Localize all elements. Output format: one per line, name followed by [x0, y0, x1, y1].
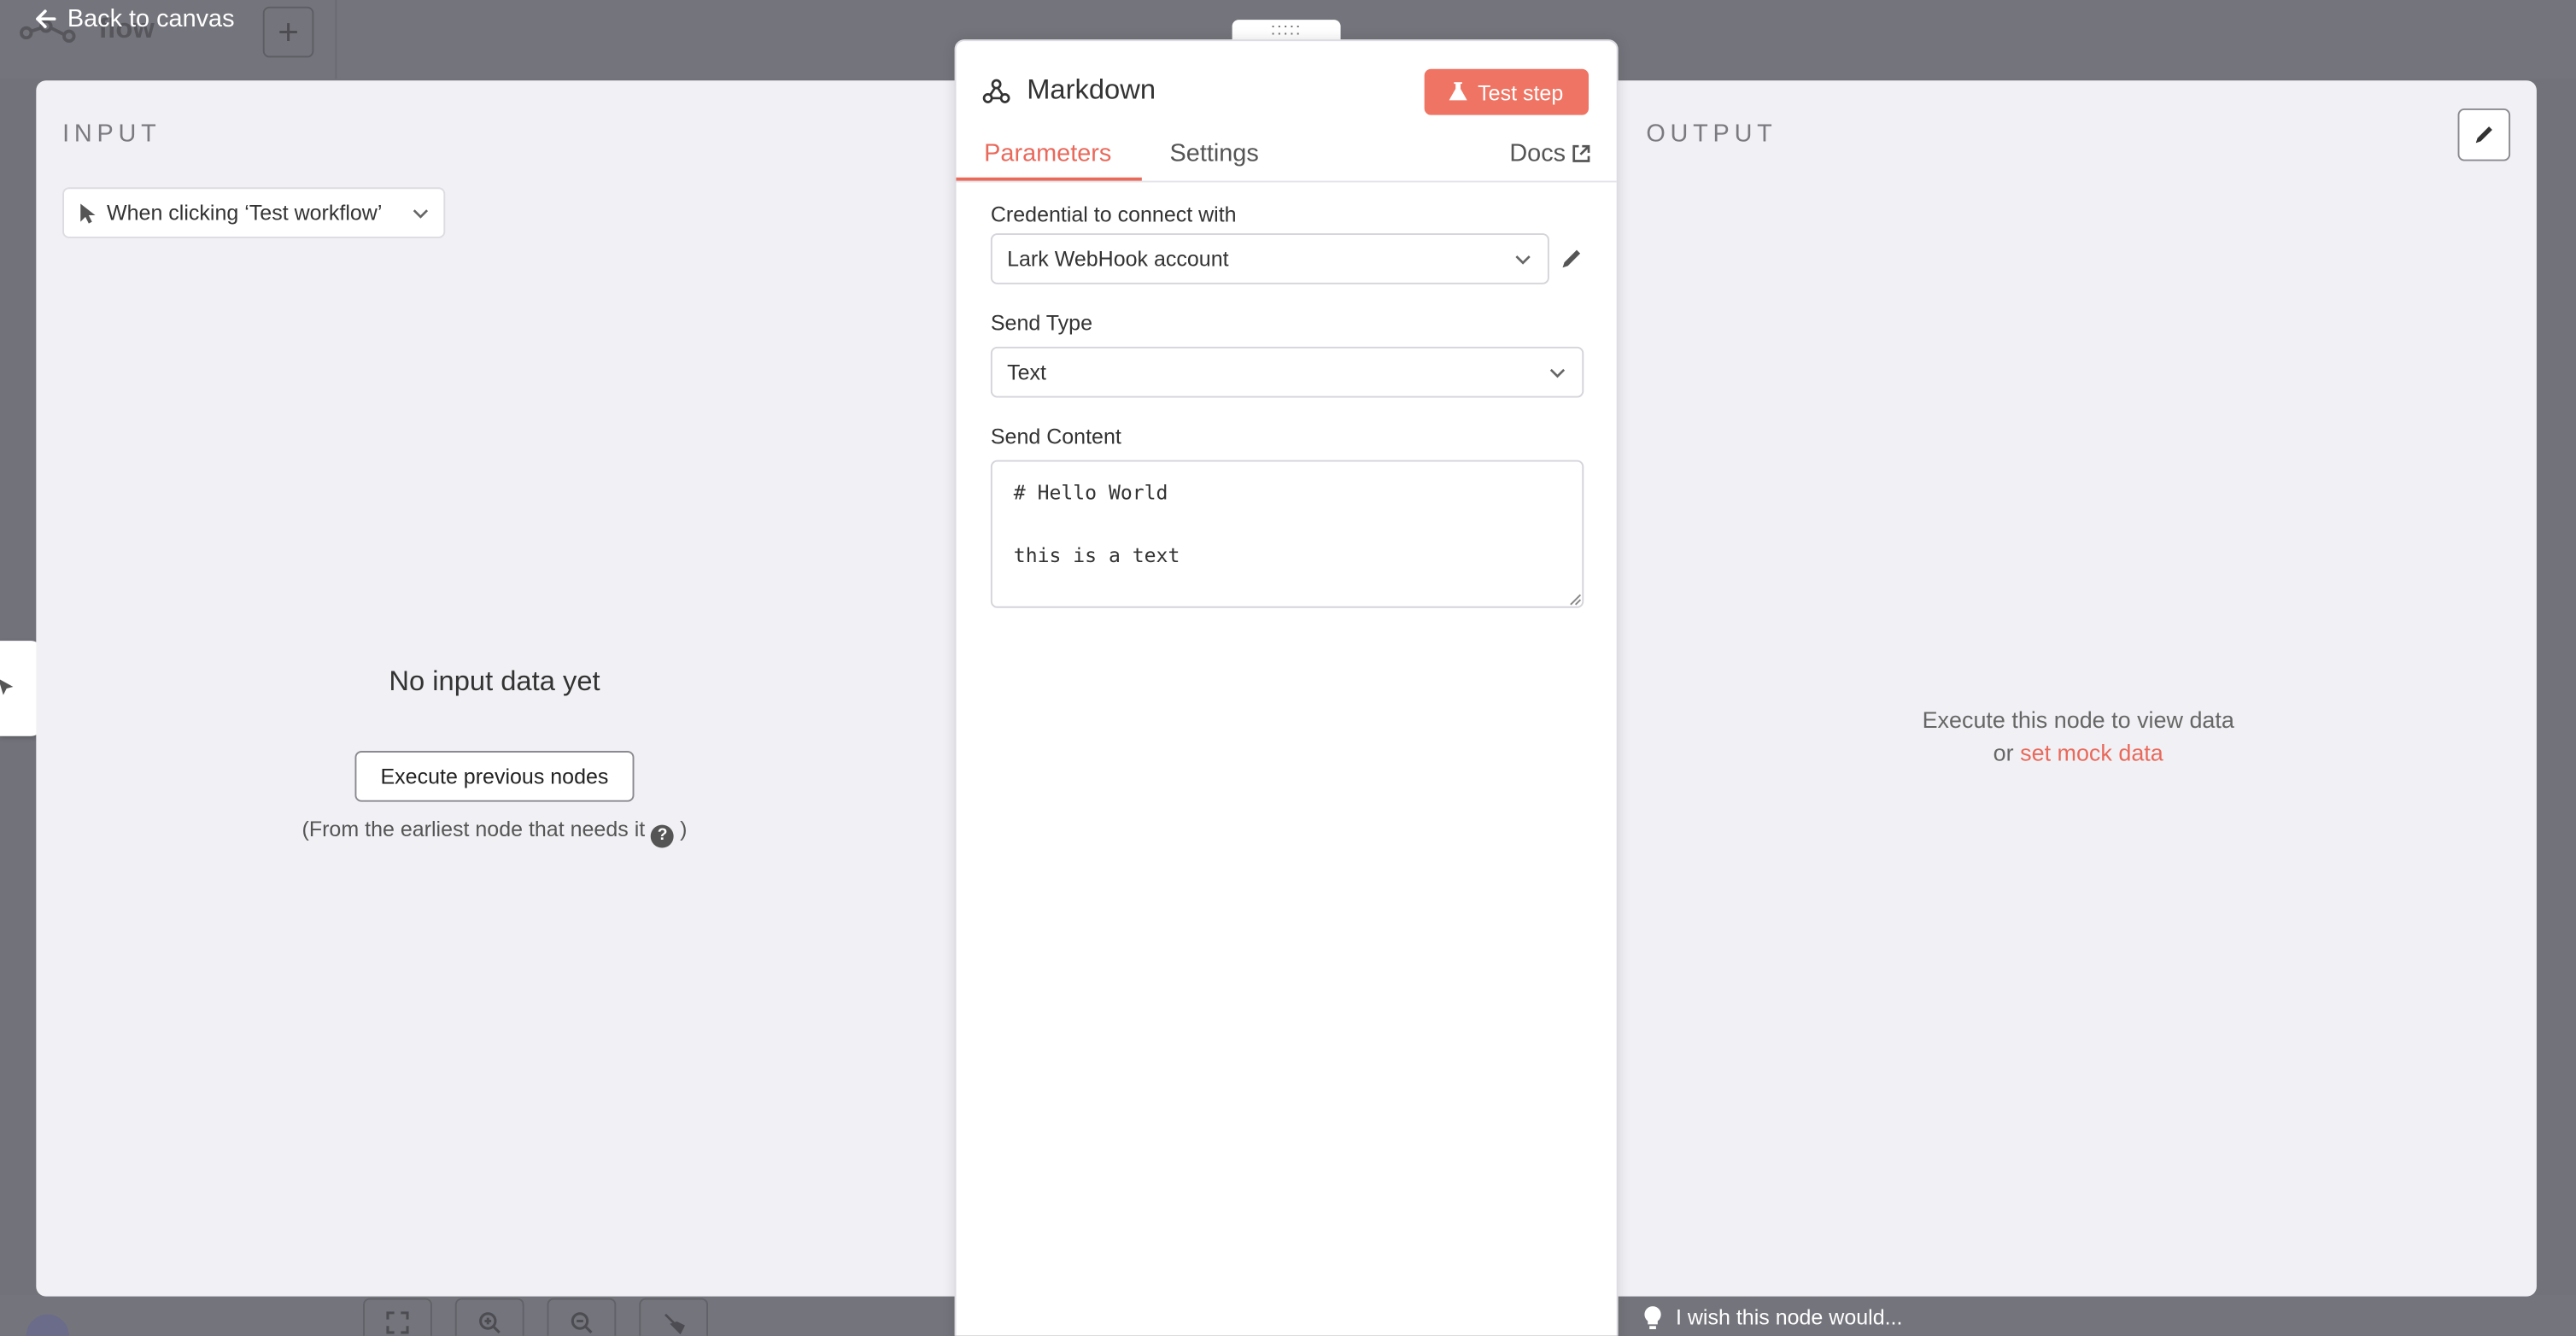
tidy-up-button[interactable] — [639, 1298, 709, 1336]
topbar-divider — [335, 0, 337, 79]
input-pane-label: INPUT — [62, 120, 161, 149]
add-node-button[interactable]: + — [262, 6, 314, 58]
chevron-down-icon — [413, 208, 429, 218]
send-type-select[interactable]: Text — [990, 346, 1584, 398]
set-mock-data-link[interactable]: set mock data — [2020, 740, 2163, 766]
execute-previous-nodes-button[interactable]: Execute previous nodes — [354, 751, 635, 802]
execute-note: (From the earliest node that needs it ? … — [36, 817, 952, 847]
left-side-tab[interactable] — [0, 641, 42, 736]
pencil-icon — [2475, 126, 2492, 144]
fit-view-button[interactable] — [363, 1298, 432, 1336]
output-or: or — [1993, 739, 2014, 766]
execute-note-end: ) — [680, 816, 688, 841]
tab-parameters[interactable]: Parameters — [984, 139, 1111, 167]
input-node-select[interactable]: When clicking ‘Test workflow’ — [62, 187, 446, 238]
back-to-canvas-label: Back to canvas — [67, 4, 235, 33]
send-content-label: Send Content — [990, 424, 1121, 449]
no-input-title: No input data yet — [389, 665, 600, 697]
broom-icon — [664, 1313, 685, 1334]
zoom-in-icon — [479, 1312, 501, 1334]
tab-settings[interactable]: Settings — [1170, 139, 1259, 167]
input-node-select-value: When clicking ‘Test workflow’ — [107, 200, 383, 226]
zoom-in-button[interactable] — [454, 1298, 524, 1336]
back-to-canvas-button[interactable]: Back to canvas — [32, 4, 235, 33]
output-empty-message: Execute this node to view data or set mo… — [1873, 703, 2284, 769]
credential-label: Credential to connect with — [990, 202, 1237, 227]
credential-select-value: Lark WebHook account — [1007, 246, 1229, 272]
flask-icon — [1449, 82, 1468, 101]
arrow-left-icon — [36, 9, 56, 28]
test-step-button[interactable]: Test step — [1424, 68, 1590, 115]
node-title: Markdown — [982, 74, 1156, 107]
cursor-icon — [0, 679, 14, 695]
active-tab-indicator — [956, 177, 1142, 181]
zoom-out-button[interactable] — [547, 1298, 617, 1336]
lightbulb-icon — [1644, 1305, 1661, 1329]
node-title-text: Markdown — [1027, 73, 1156, 106]
chevron-down-icon — [1549, 367, 1566, 378]
docs-link[interactable]: Docs — [1509, 139, 1590, 167]
docs-label: Docs — [1509, 139, 1566, 168]
output-pane-label: OUTPUT — [1646, 120, 1777, 149]
external-link-icon — [1572, 144, 1590, 162]
feedback-prompt-text: I wish this node would... — [1675, 1304, 1903, 1330]
node-settings-panel: Markdown Test step Parameters Settings D… — [954, 39, 1619, 1336]
chevron-down-icon — [1515, 255, 1531, 264]
node-panel-header: Markdown Test step Parameters Settings D… — [956, 41, 1617, 183]
resize-grip-icon[interactable] — [1569, 593, 1582, 606]
execute-note-text: (From the earliest node that needs it — [302, 816, 646, 841]
webhook-icon — [982, 78, 1010, 103]
feedback-prompt[interactable]: I wish this node would... — [1643, 1304, 1903, 1330]
edit-credential-pencil-icon[interactable] — [1559, 247, 1584, 272]
send-type-label: Send Type — [990, 310, 1092, 336]
zoom-out-icon — [571, 1312, 593, 1334]
output-mock-line: or set mock data — [1873, 736, 2284, 769]
test-step-label: Test step — [1478, 79, 1564, 105]
send-type-select-value: Text — [1007, 360, 1046, 385]
help-icon[interactable]: ? — [651, 823, 675, 847]
output-empty-text: Execute this node to view data — [1922, 706, 2234, 733]
send-content-textarea[interactable]: # Hello World this is a text — [990, 460, 1584, 608]
app-root: flow Back to canvas + INPUT When clickin… — [0, 0, 2576, 1336]
fit-view-icon — [386, 1311, 409, 1334]
credential-select[interactable]: Lark WebHook account — [990, 233, 1549, 284]
edit-output-button[interactable] — [2457, 108, 2511, 161]
cursor-icon — [80, 202, 96, 223]
